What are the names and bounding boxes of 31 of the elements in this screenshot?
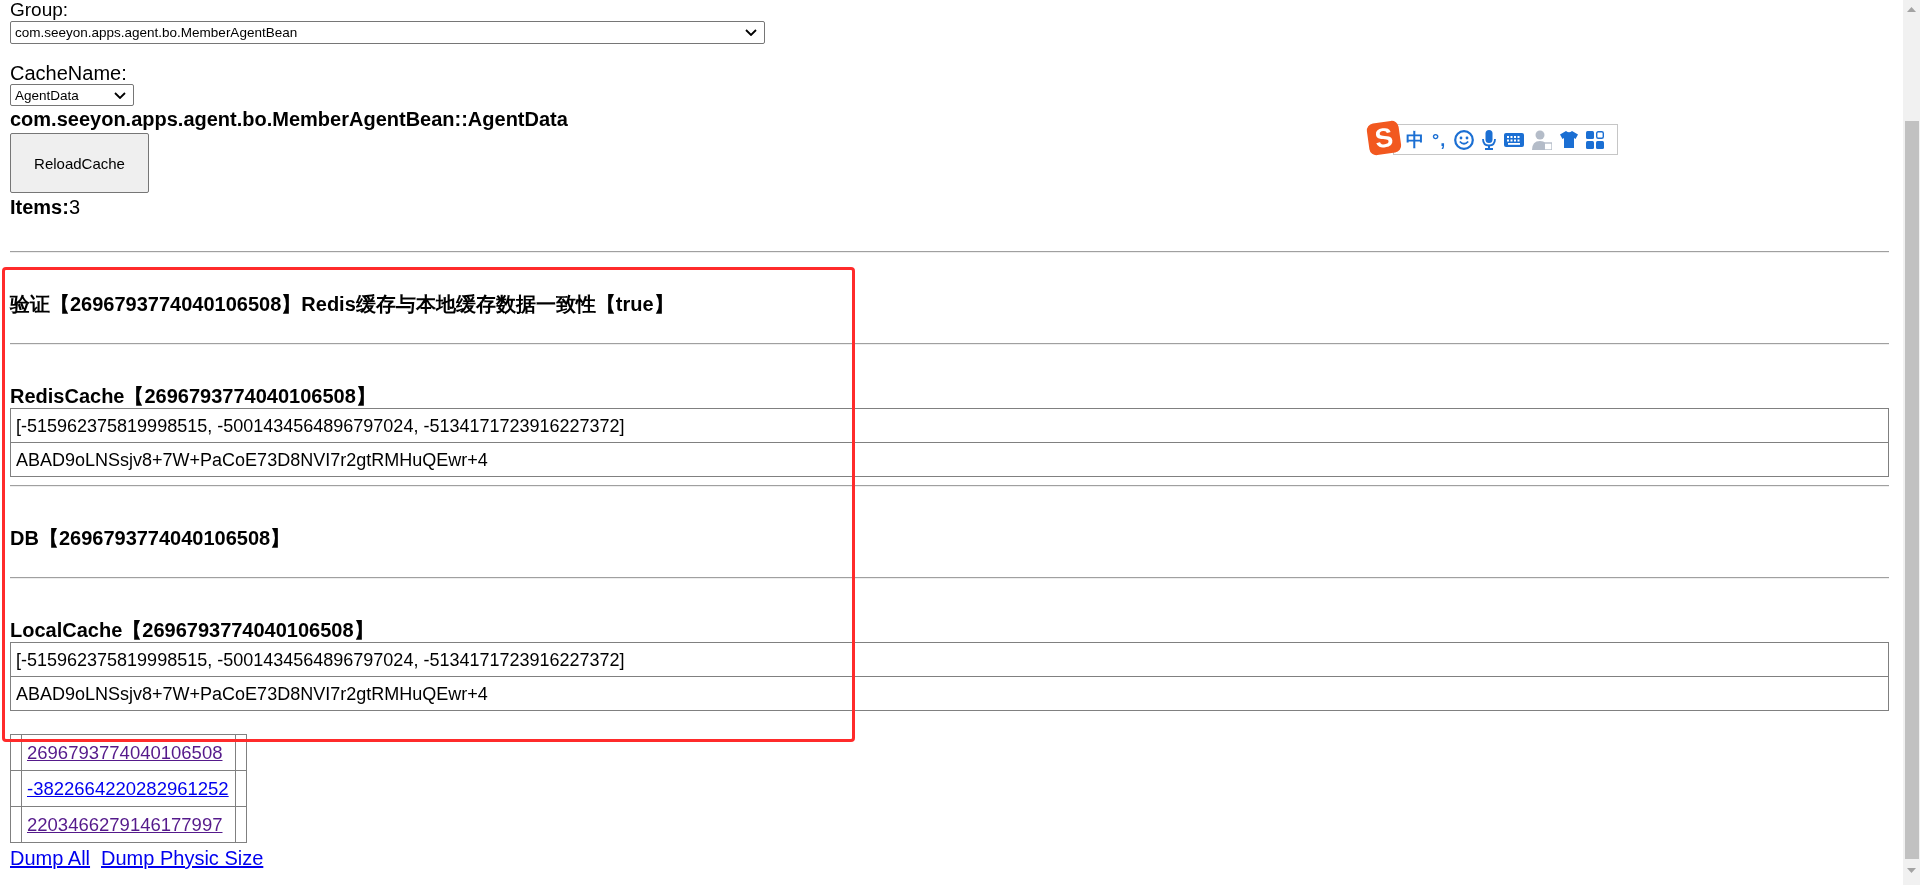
table-cell: [-515962375819998515, -5001434564896797024, -5134171723916227372] xyxy=(10,642,1889,677)
cache-title: com.seeyon.apps.agent.bo.MemberAgentBean::AgentData xyxy=(10,107,568,131)
chevron-down-icon xyxy=(114,91,126,99)
check-heading: DB【2696793774040106508】 xyxy=(10,526,291,550)
group-select[interactable]: com.seeyon.apps.agent.bo.MemberAgentBean xyxy=(10,21,765,44)
table-cell: [-515962375819998515, -5001434564896797024, -5134171723916227372] xyxy=(10,408,1889,443)
field-label: Group: xyxy=(10,0,69,20)
smiley-icon[interactable] xyxy=(1454,129,1475,150)
check-heading: 验证【2696793774040106508】Redis缓存与本地缓存数据一致性【true】 xyxy=(10,292,674,316)
shirt-icon[interactable] xyxy=(1560,131,1579,148)
footer-link[interactable]: Dump Physic Size xyxy=(101,846,264,870)
table-cell: ABAD9oLNSsjv8+7W+PaCoE73D8NVI7r2gtRMHuQEwr+4 xyxy=(10,676,1889,711)
items-count: Items:3 xyxy=(10,195,81,219)
key-link[interactable]: 2203466279146177997 xyxy=(27,813,223,835)
microphone-icon[interactable] xyxy=(1482,129,1497,150)
chevron-down-icon xyxy=(745,29,757,36)
input-mode-button[interactable]: 中 xyxy=(1406,129,1424,150)
section-heading: RedisCache【2696793774040106508】 xyxy=(10,384,376,408)
scrollbar-track[interactable] xyxy=(1903,0,1920,885)
key-link[interactable]: -3822664220282961252 xyxy=(27,777,229,799)
reload-cache-button[interactable]: ReloadCache xyxy=(10,133,149,193)
key-link[interactable]: 2696793774040106508 xyxy=(27,741,223,763)
keyboard-icon[interactable] xyxy=(1504,132,1525,147)
table-cell: ABAD9oLNSsjv8+7W+PaCoE73D8NVI7r2gtRMHuQEwr+4 xyxy=(10,442,1889,477)
field-label: CacheName: xyxy=(10,62,127,84)
scrollbar-thumb[interactable] xyxy=(1904,121,1919,859)
punctuation-button[interactable]: °, xyxy=(1432,129,1447,150)
cache-name-select[interactable]: AgentData xyxy=(10,84,134,106)
section-heading: LocalCache【2696793774040106508】 xyxy=(10,618,374,642)
grid-icon[interactable] xyxy=(1586,130,1605,149)
footer-link[interactable]: Dump All xyxy=(10,846,91,870)
